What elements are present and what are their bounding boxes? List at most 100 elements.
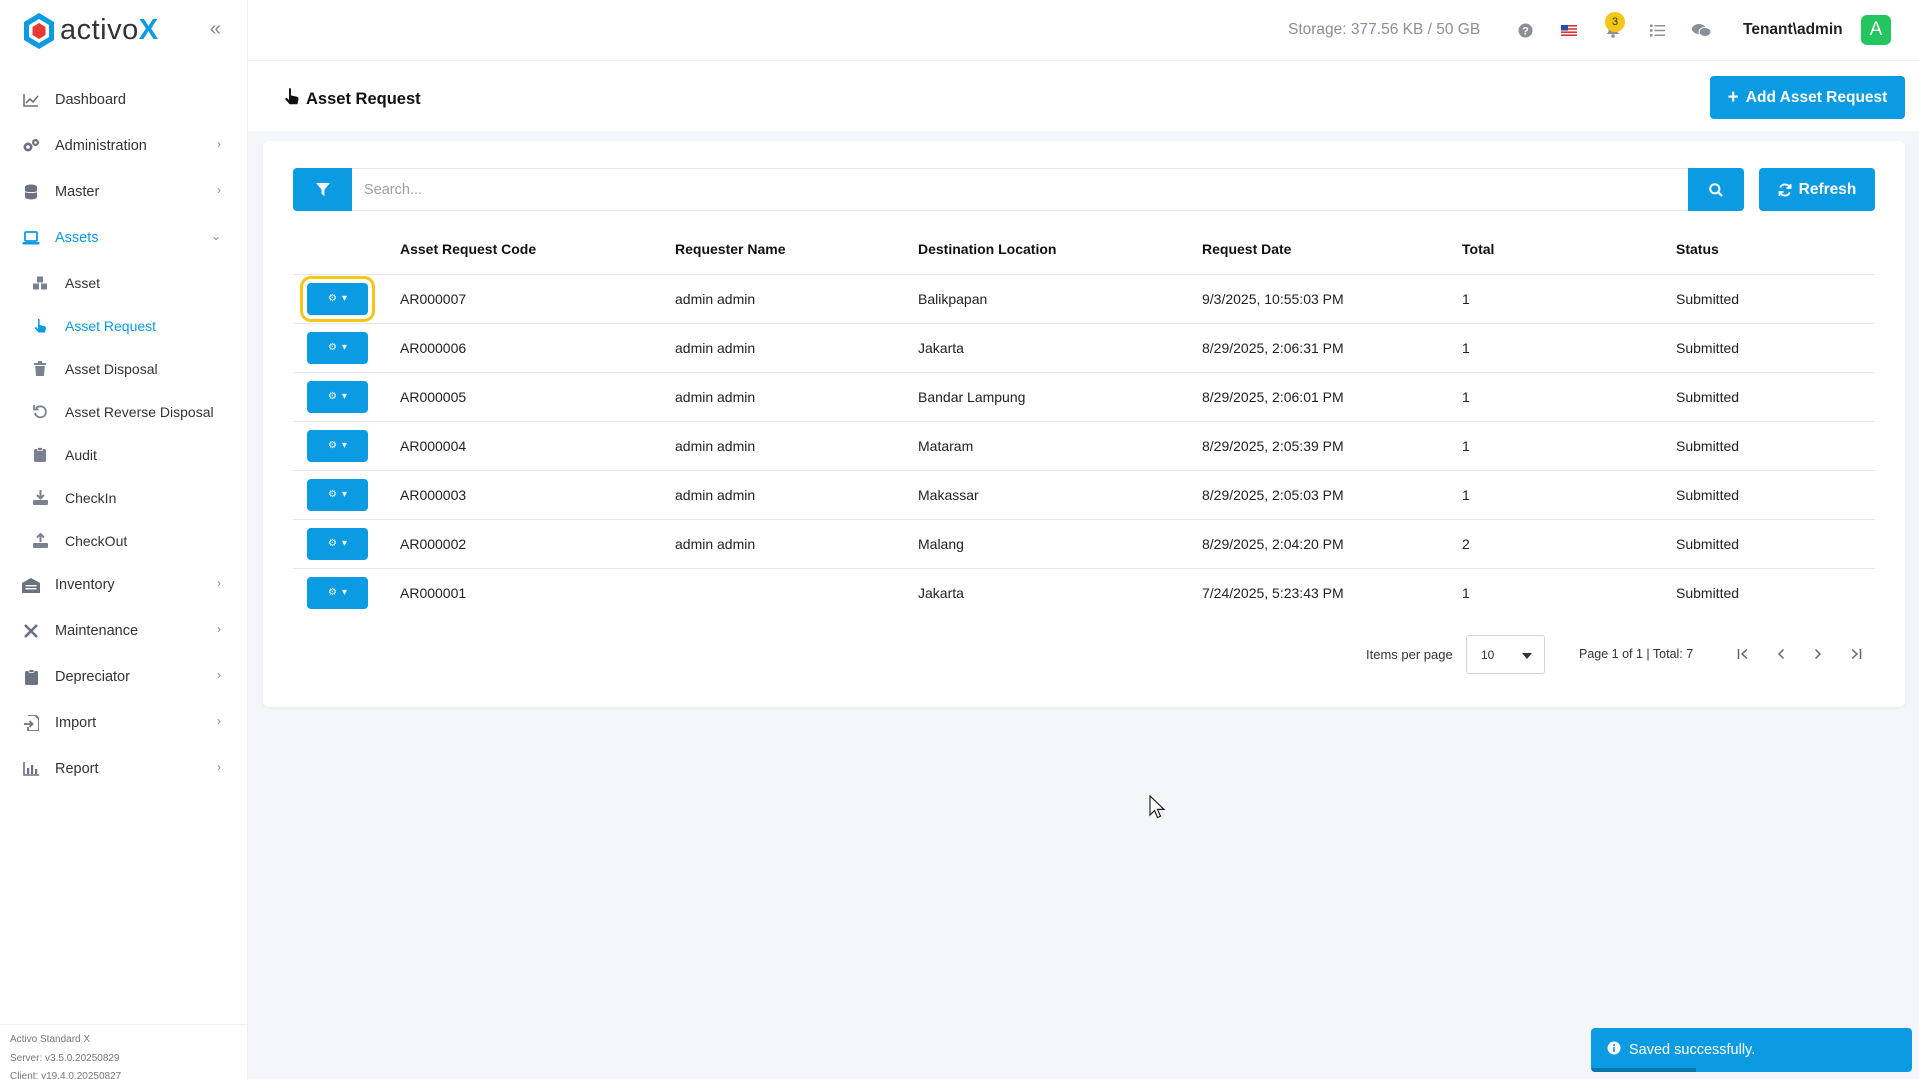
cell-date: 8/29/2025, 2:05:03 PM bbox=[1202, 470, 1462, 520]
table-row: ⚙ ▾ AR000004 admin admin Mataram 8/29/202… bbox=[293, 421, 1875, 471]
sidebar-item-label: Depreciator bbox=[55, 669, 130, 685]
cell-date: 8/29/2025, 2:06:01 PM bbox=[1202, 372, 1462, 422]
prev-page-icon[interactable] bbox=[1771, 644, 1791, 664]
last-page-icon[interactable] bbox=[1846, 644, 1866, 664]
sidebar-subitem-asset-reverse-disposal[interactable]: Asset Reverse Disposal bbox=[0, 390, 247, 433]
sidebar-item-label: Asset Reverse Disposal bbox=[65, 403, 214, 420]
sidebar-item-label: Audit bbox=[65, 446, 97, 463]
sidebar-item-report[interactable]: Report › bbox=[0, 746, 247, 792]
sidebar-item-administration[interactable]: Administration › bbox=[0, 123, 247, 169]
sidebar-subitem-checkin[interactable]: CheckIn bbox=[0, 476, 247, 519]
search-button[interactable] bbox=[1688, 168, 1744, 211]
table-header-row: Asset Request Code Requester Name Destin… bbox=[293, 225, 1875, 275]
cell-status: Submitted bbox=[1676, 372, 1875, 422]
cell-status: Submitted bbox=[1676, 323, 1875, 373]
sidebar-item-label: Asset Disposal bbox=[65, 360, 158, 377]
mouse-cursor-icon bbox=[1149, 795, 1165, 819]
refresh-button[interactable]: Refresh bbox=[1759, 168, 1875, 211]
search-input[interactable] bbox=[352, 168, 1688, 211]
cell-status: Submitted bbox=[1676, 421, 1875, 471]
col-status[interactable]: Status bbox=[1676, 225, 1875, 275]
plus-icon: + bbox=[1727, 87, 1739, 108]
row-actions-button[interactable]: ⚙ ▾ bbox=[307, 380, 368, 413]
col-request-date[interactable]: Request Date bbox=[1202, 225, 1462, 275]
chevron-right-icon: › bbox=[217, 714, 221, 728]
logo[interactable]: activoX « bbox=[0, 0, 247, 61]
caret-down-icon: ▾ bbox=[341, 440, 347, 451]
items-per-page-value: 10 bbox=[1481, 647, 1495, 662]
sidebar-item-label: Asset bbox=[65, 274, 101, 291]
sidebar-item-import[interactable]: Import › bbox=[0, 700, 247, 746]
sidebar: activoX « Dashboard Administration › Mas… bbox=[0, 0, 248, 1079]
hand-pointer-icon bbox=[284, 87, 300, 111]
cell-location: Mataram bbox=[918, 421, 1202, 471]
row-actions-button[interactable]: ⚙ ▾ bbox=[300, 275, 375, 322]
sidebar-subitem-asset-request[interactable]: Asset Request bbox=[0, 304, 247, 347]
caret-down-icon: ▾ bbox=[341, 342, 347, 353]
client-version: Client: v19.4.0.20250827 bbox=[10, 1071, 122, 1079]
cell-location: Jakarta bbox=[918, 584, 964, 601]
col-asset-request-code[interactable]: Asset Request Code bbox=[400, 225, 675, 275]
avatar[interactable]: A bbox=[1861, 15, 1891, 45]
cubes-icon bbox=[32, 275, 48, 291]
row-actions-button[interactable]: ⚙ ▾ bbox=[307, 527, 368, 560]
table-row: ⚙ ▾ AR000007 admin admin Balikpapan 9/3/2… bbox=[293, 274, 1875, 324]
sidebar-item-label: Inventory bbox=[55, 577, 115, 593]
sidebar-item-dashboard[interactable]: Dashboard bbox=[0, 77, 247, 123]
sidebar-item-inventory[interactable]: Inventory › bbox=[0, 562, 247, 608]
task-list-icon[interactable] bbox=[1647, 20, 1667, 40]
col-requester-name[interactable]: Requester Name bbox=[675, 225, 918, 275]
cell-requester: admin admin bbox=[675, 323, 918, 373]
cell-total: 2 bbox=[1462, 519, 1676, 569]
row-actions-button[interactable]: ⚙ ▾ bbox=[307, 478, 368, 511]
chat-icon[interactable] bbox=[1691, 20, 1711, 40]
svg-text:?: ? bbox=[1522, 25, 1529, 37]
cell-code: AR000005 bbox=[400, 372, 675, 422]
collapse-sidebar-icon[interactable]: « bbox=[210, 18, 221, 41]
col-destination-location[interactable]: Destination Location bbox=[918, 225, 1202, 275]
row-actions-button[interactable]: ⚙ ▾ bbox=[307, 429, 368, 462]
items-per-page-select[interactable]: 10 bbox=[1466, 635, 1545, 674]
hand-pointer-icon bbox=[32, 318, 48, 334]
sidebar-item-label: Import bbox=[55, 715, 97, 731]
sidebar-subitem-audit[interactable]: Audit bbox=[0, 433, 247, 476]
us-flag-icon[interactable] bbox=[1559, 20, 1579, 40]
product-name: Activo Standard X bbox=[10, 1034, 91, 1045]
help-icon[interactable]: ? bbox=[1515, 20, 1535, 40]
row-actions-button[interactable]: ⚙ ▾ bbox=[307, 576, 368, 609]
col-total[interactable]: Total bbox=[1462, 225, 1676, 275]
cell-date: 8/29/2025, 2:06:31 PM bbox=[1202, 323, 1462, 373]
cell-code: AR000007 bbox=[400, 274, 675, 324]
sidebar-item-master[interactable]: Master › bbox=[0, 169, 247, 215]
sidebar-subitem-asset[interactable]: Asset bbox=[0, 261, 247, 304]
cell-total: 1 bbox=[1462, 372, 1676, 422]
first-page-icon[interactable] bbox=[1733, 644, 1753, 664]
caret-down-icon: ▾ bbox=[341, 293, 347, 304]
sidebar-item-label: Administration bbox=[55, 138, 147, 154]
toast-notification[interactable]: Saved successfully. bbox=[1591, 1028, 1912, 1072]
sidebar-item-assets[interactable]: Assets ⌄ bbox=[0, 215, 247, 261]
cell-location: Jakarta bbox=[918, 323, 1202, 373]
filter-button[interactable] bbox=[293, 168, 352, 211]
gear-icon: ⚙ bbox=[328, 538, 337, 549]
cell-date: 8/29/2025, 2:04:20 PM bbox=[1202, 519, 1462, 569]
sidebar-subitem-asset-disposal[interactable]: Asset Disposal bbox=[0, 347, 247, 390]
next-page-icon[interactable] bbox=[1808, 644, 1828, 664]
caret-down-icon: ▾ bbox=[341, 489, 347, 500]
storage-usage: Storage: 377.56 KB / 50 GB bbox=[1288, 21, 1481, 38]
sidebar-item-depreciator[interactable]: Depreciator › bbox=[0, 654, 247, 700]
toast-message: Saved successfully. bbox=[1629, 1042, 1756, 1058]
user-name[interactable]: Tenant\admin bbox=[1743, 21, 1843, 39]
items-per-page-label: Items per page bbox=[1366, 647, 1453, 662]
sidebar-item-maintenance[interactable]: Maintenance › bbox=[0, 608, 247, 654]
sidebar-subitem-checkout[interactable]: CheckOut bbox=[0, 519, 247, 562]
sidebar-item-label: Master bbox=[55, 184, 100, 200]
top-bar: Storage: 377.56 KB / 50 GB ? 3 Tenant\ad… bbox=[248, 0, 1919, 61]
logo-text: activoX bbox=[60, 14, 159, 46]
add-asset-request-button[interactable]: + Add Asset Request bbox=[1710, 76, 1905, 119]
page-title: Asset Request bbox=[284, 87, 421, 111]
col-actions bbox=[293, 225, 400, 275]
sidebar-item-label: Report bbox=[55, 761, 99, 777]
cell-total: 1 bbox=[1462, 470, 1676, 520]
row-actions-button[interactable]: ⚙ ▾ bbox=[307, 331, 368, 364]
